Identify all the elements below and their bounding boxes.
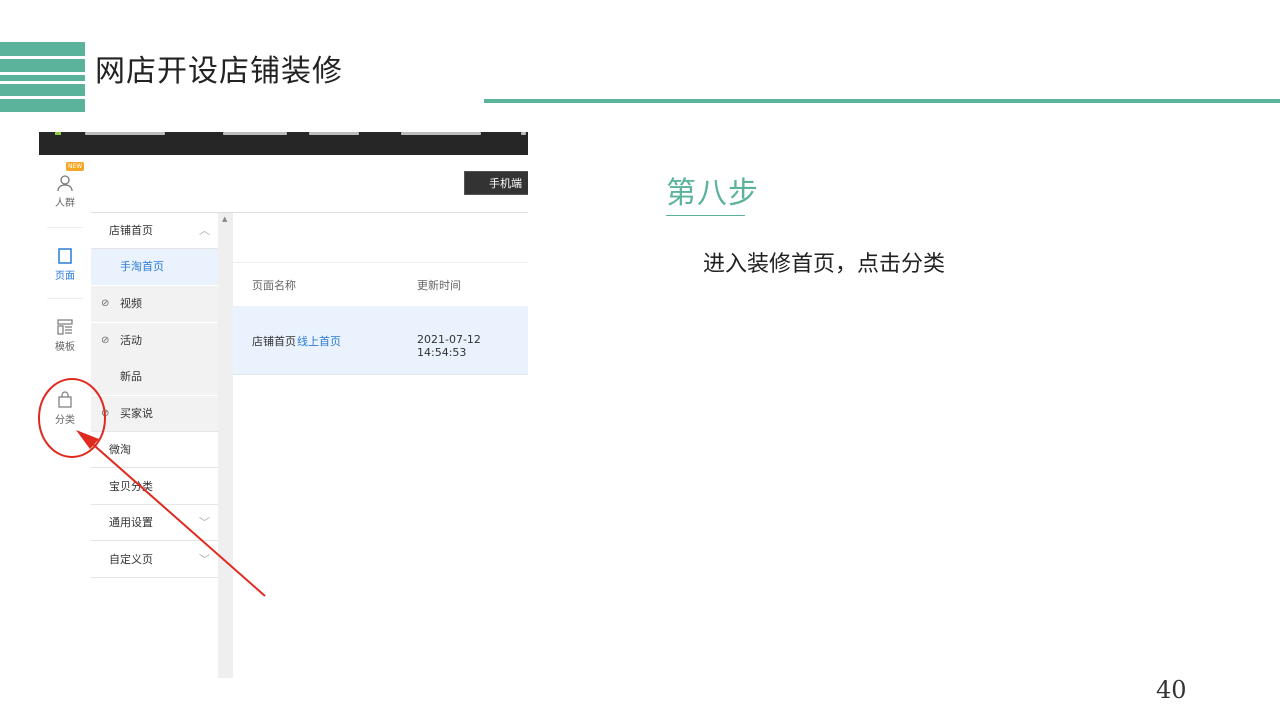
row-page-name: 店铺首页: [252, 335, 296, 348]
column-header-name: 页面名称: [252, 279, 296, 292]
nav-label: 店铺首页: [109, 224, 153, 237]
table-header: 页面名称 更新时间: [233, 262, 528, 307]
page-icon: [58, 248, 72, 264]
nav-label: 通用设置: [109, 516, 153, 529]
hidden-eye-icon: ⊘: [101, 298, 110, 309]
nav-item-new[interactable]: 新品: [91, 359, 218, 395]
template-icon: [57, 319, 73, 335]
embedded-screenshot: NEW 人群 页面 模板 分类 ? 手机端 店铺首页 ︿ 手淘首页: [39, 132, 528, 678]
nav-item-video[interactable]: ⊘ 视频: [91, 286, 218, 322]
scroll-up-icon[interactable]: ▲: [222, 215, 227, 223]
nav-scrollbar[interactable]: ▲: [218, 213, 233, 678]
column-header-updated: 更新时间: [417, 279, 461, 292]
nav-item-mobile-home[interactable]: 手淘首页: [91, 249, 218, 285]
mobile-view-button[interactable]: 手机端: [464, 171, 528, 195]
row-updated-time: 2021-07-12 14:54:53: [417, 333, 481, 359]
page-nav: 店铺首页 ︿ 手淘首页 ⊘ 视频 ⊘ 活动 新品 ⊘ 买家说 微淘 宝贝分类 通…: [91, 213, 219, 678]
nav-item-shop-home[interactable]: 店铺首页 ︿: [91, 213, 218, 249]
nav-item-activity[interactable]: ⊘ 活动: [91, 323, 218, 359]
new-badge: NEW: [66, 162, 85, 171]
person-icon: [57, 175, 73, 192]
rail-label: 模板: [55, 342, 75, 353]
nav-label: 活动: [120, 334, 142, 347]
nav-label: 微淘: [109, 443, 131, 456]
chevron-down-icon[interactable]: ﹀: [199, 505, 210, 541]
step-underline: [666, 215, 745, 216]
nav-label: 自定义页: [109, 553, 153, 566]
editor-toolbar: 手机端: [91, 155, 528, 213]
table-row[interactable]: 店铺首页 线上首页 2021-07-12 14:54:53: [233, 306, 528, 375]
nav-item-custom-page[interactable]: 自定义页 ﹀: [91, 542, 218, 578]
header-decoration: [0, 42, 85, 112]
nav-label: 宝贝分类: [109, 480, 153, 493]
page-list: 页面名称 更新时间 店铺首页 线上首页 2021-07-12 14:54:53: [233, 213, 528, 678]
nav-label: 新品: [120, 370, 142, 383]
step-description: 进入装修首页，点击分类: [703, 252, 946, 277]
rail-label: 人群: [55, 198, 75, 209]
step-title: 第八步: [666, 176, 759, 211]
chevron-down-icon[interactable]: ﹀: [199, 542, 210, 578]
nav-item-product-category[interactable]: 宝贝分类: [91, 469, 218, 505]
rail-label: 页面: [55, 271, 75, 282]
rail-item-crowd[interactable]: 人群: [39, 174, 91, 209]
dark-topbar: [39, 132, 528, 155]
rail-item-category[interactable]: 分类: [39, 391, 91, 426]
rail-item-pages[interactable]: 页面: [39, 247, 91, 282]
slide-title: 网店开设店铺装修: [95, 54, 343, 89]
icon-rail: NEW 人群 页面 模板 分类 ?: [39, 155, 92, 678]
hidden-eye-icon: ⊘: [101, 408, 110, 419]
nav-item-weitao[interactable]: 微淘: [91, 432, 218, 468]
page-number: 40: [1156, 676, 1187, 704]
rail-label: 分类: [55, 415, 75, 426]
chevron-up-icon[interactable]: ︿: [199, 213, 210, 249]
nav-label: 视频: [120, 297, 142, 310]
nav-item-general-settings[interactable]: 通用设置 ﹀: [91, 505, 218, 541]
row-online-tag[interactable]: 线上首页: [297, 333, 341, 349]
rail-item-templates[interactable]: 模板: [39, 318, 91, 353]
bag-icon: [58, 391, 72, 408]
hidden-eye-icon: ⊘: [101, 335, 110, 346]
nav-label: 手淘首页: [120, 260, 164, 273]
title-divider: [484, 99, 1280, 103]
nav-label: 买家说: [120, 407, 153, 420]
nav-item-reviews[interactable]: ⊘ 买家说: [91, 396, 218, 432]
